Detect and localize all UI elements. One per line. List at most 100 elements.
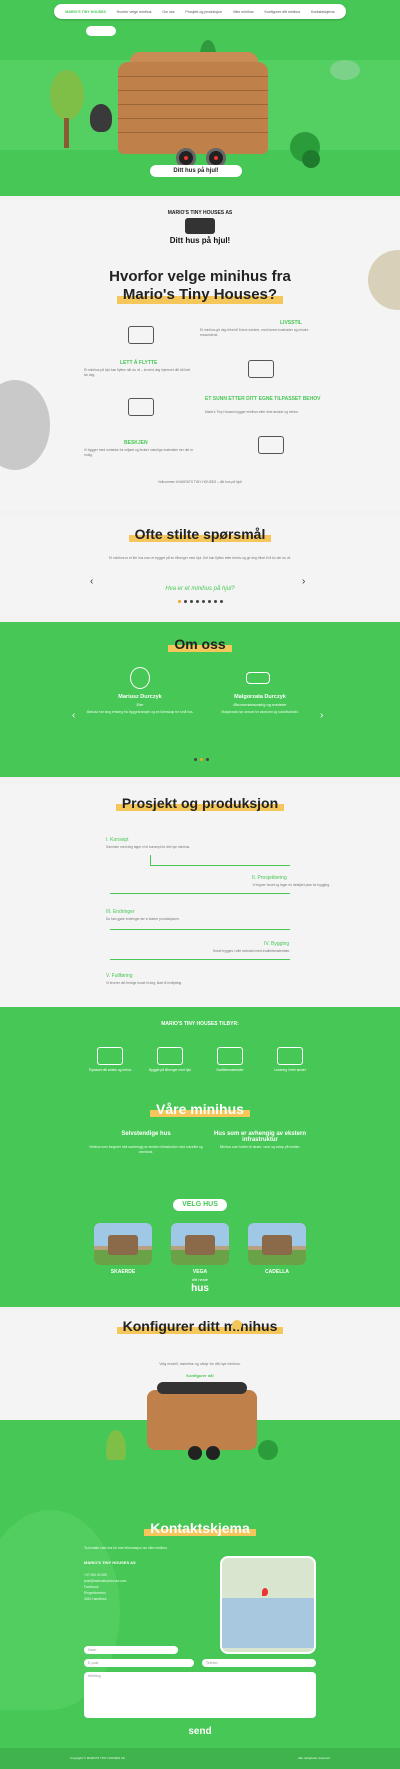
feature-title: LIVSSTIL	[280, 320, 302, 326]
tools-icon	[217, 1047, 243, 1065]
house-card-name[interactable]: CADELLA	[248, 1269, 306, 1275]
step-text: Huset bygges i vårt verksted med kvalite…	[212, 949, 290, 953]
step-text: Du kan gjøre endringer før vi starter pr…	[106, 917, 180, 921]
map-widget[interactable]	[220, 1556, 316, 1654]
tiny-house-illustration	[118, 62, 268, 154]
house-card-name[interactable]: VEGA	[171, 1269, 229, 1275]
slider-dot[interactable]	[196, 600, 199, 603]
trailer-icon	[97, 1047, 123, 1065]
config-title: Konfigurer ditt minihus	[0, 1318, 400, 1334]
hero-section: Ditt hus på hjul!	[0, 0, 400, 196]
ball-icon	[302, 150, 320, 168]
step-title: II. Prosjektering	[252, 875, 287, 881]
person-text: Malgorzata har ansvar for økonomi og kun…	[221, 710, 299, 714]
wheel-icon	[206, 1446, 220, 1460]
nav-logo[interactable]: MARIO'S TINY HOUSES	[65, 10, 106, 14]
chevron-left-icon[interactable]: ‹	[72, 710, 75, 721]
faq-title-text: Ofte stilte spørsmål	[128, 526, 272, 542]
slider-dot[interactable]	[202, 600, 205, 603]
brand-badge: MARIO'S TINY HOUSES AS	[167, 210, 233, 216]
slider-dot[interactable]	[178, 600, 181, 603]
step-text: Vi tegner huset og lager en detaljert pl…	[252, 883, 330, 887]
faq-question[interactable]: Hva er et minihus på hjul?	[0, 586, 400, 592]
feature-text: Et minihus på hjul kan flyttes når du vi…	[84, 368, 191, 377]
sun-icon	[232, 1320, 242, 1330]
person-role: Økonomiansvarlig og medeier	[233, 702, 287, 707]
message-field[interactable]: Melding	[84, 1672, 316, 1718]
calendar-icon	[277, 1047, 303, 1065]
slider-dot[interactable]	[214, 600, 217, 603]
houses-col-title: Hus som er avhengig av ekstern infrastru…	[213, 1131, 307, 1143]
houses-link-small[interactable]: ditt neste	[0, 1277, 400, 1282]
house-card[interactable]	[171, 1223, 229, 1265]
name-field[interactable]: Navn	[84, 1646, 178, 1654]
slider-dot[interactable]	[184, 600, 187, 603]
slider-dot[interactable]	[194, 758, 197, 761]
project-title-text: Prosjekt og produksjon	[115, 795, 285, 811]
slider-dot[interactable]	[208, 600, 211, 603]
why-footnote: Velkommen til MARIO'S TINY HOUSES – ditt…	[157, 480, 243, 484]
company-name: MARIO'S TINY HOUSES AS	[84, 1560, 136, 1565]
ball-icon	[258, 1440, 278, 1460]
rocket-icon	[128, 398, 154, 416]
select-house-button[interactable]: VELG HUS	[173, 1199, 227, 1211]
contact-intro: Ta kontakt med oss for mer informasjon o…	[84, 1546, 168, 1550]
houses-link-big[interactable]: hus	[0, 1283, 400, 1294]
step-title: I. Konsept	[106, 837, 129, 843]
map-pin-icon[interactable]	[262, 1588, 268, 1596]
send-button[interactable]: send	[0, 1726, 400, 1737]
house-card[interactable]	[94, 1223, 152, 1265]
slider-dot[interactable]	[220, 600, 223, 603]
houses-col-title: Selvstendige hus	[121, 1131, 171, 1137]
faq-title: Ofte stilte spørsmål	[0, 526, 400, 542]
faq-text: Et minihus er et lite hus som er bygget …	[109, 556, 291, 560]
houses-title: Våre minihus	[0, 1101, 400, 1117]
nav-item-houses[interactable]: Våre minihus	[233, 10, 254, 14]
slider-dot[interactable]	[190, 600, 193, 603]
houses-col-text: Minihus som kobles til strøm, vann og av…	[219, 1145, 301, 1149]
feature-title: LETT Å FLYTTE	[120, 360, 158, 366]
footer-copyright: Copyright © MARIO'S TINY HOUSES AS	[70, 1756, 125, 1760]
project-section: Prosjekt og produksjon I. Konsept Sammen…	[0, 785, 400, 1007]
feature-text: Et minihus gir deg frihet til å leve enk…	[200, 328, 309, 337]
step-text: Sammen med deg lager vi et konsept for d…	[106, 845, 191, 849]
nav-item-about[interactable]: Om oss	[162, 10, 174, 14]
tree-trunk	[64, 118, 69, 148]
offer-text: Tilpasset ditt ønske og behov	[88, 1068, 132, 1072]
offer-text: Levering i hele landet	[274, 1068, 306, 1072]
step-title: III. Endringer	[106, 909, 135, 915]
person-name: Malgorzata Durczyk	[234, 694, 286, 700]
footer: Copyright © MARIO'S TINY HOUSES AS Alle …	[0, 1748, 400, 1769]
brand-house-icon	[185, 218, 215, 234]
offer-item: Levering i hele landet	[260, 1047, 320, 1072]
nav-item-why[interactable]: Hvorfor velge minihus	[117, 10, 152, 14]
decor-circle	[0, 380, 50, 470]
why-title: Hvorfor velge minihus fra Mario's Tiny H…	[0, 268, 400, 304]
tree-icon	[50, 70, 84, 120]
slider-dot[interactable]	[206, 758, 209, 761]
bush-icon	[330, 60, 360, 80]
config-button[interactable]: Konfigurer nå!	[0, 1373, 400, 1378]
slider-dot[interactable]	[200, 758, 203, 761]
offer-text: Kvalitetsmaterialer	[216, 1068, 244, 1072]
company-info: +47 000 00 000 post@mariostinyhouses.com…	[84, 1572, 126, 1602]
feature-title: ET SUNN ETTER DITT EGNE TILPASSET BEHOV	[205, 396, 321, 402]
house-card[interactable]	[248, 1223, 306, 1265]
why-title-line2: Mario's Tiny Houses?	[116, 286, 284, 304]
wheel-icon	[188, 1446, 202, 1460]
nav-item-project[interactable]: Prosjekt og produksjon	[185, 10, 222, 14]
nav-item-config[interactable]: Konfigurer ditt minihus	[264, 10, 300, 14]
offer-section: MARIO'S TINY HOUSES TILBYR: Tilpasset di…	[0, 1007, 400, 1307]
chevron-right-icon[interactable]: ›	[320, 710, 323, 721]
nav-item-contact[interactable]: Kontaktskjema	[311, 10, 335, 14]
email-field[interactable]: E-post	[84, 1659, 194, 1667]
feature-text: Vi bygger med omtanke for miljøet og bru…	[84, 448, 194, 457]
phone-field[interactable]: Telefon	[202, 1659, 316, 1667]
about-title: Om oss	[0, 636, 400, 652]
medal-icon	[258, 436, 284, 454]
config-text: Velg modell, størrelse og utstyr for dit…	[159, 1362, 241, 1366]
house-card-name[interactable]: SKAERDE	[94, 1269, 152, 1275]
brand-slogan: Ditt hus på hjul!	[169, 236, 231, 245]
blueprint-icon	[157, 1047, 183, 1065]
feature-title: BESKJEN	[124, 440, 148, 446]
